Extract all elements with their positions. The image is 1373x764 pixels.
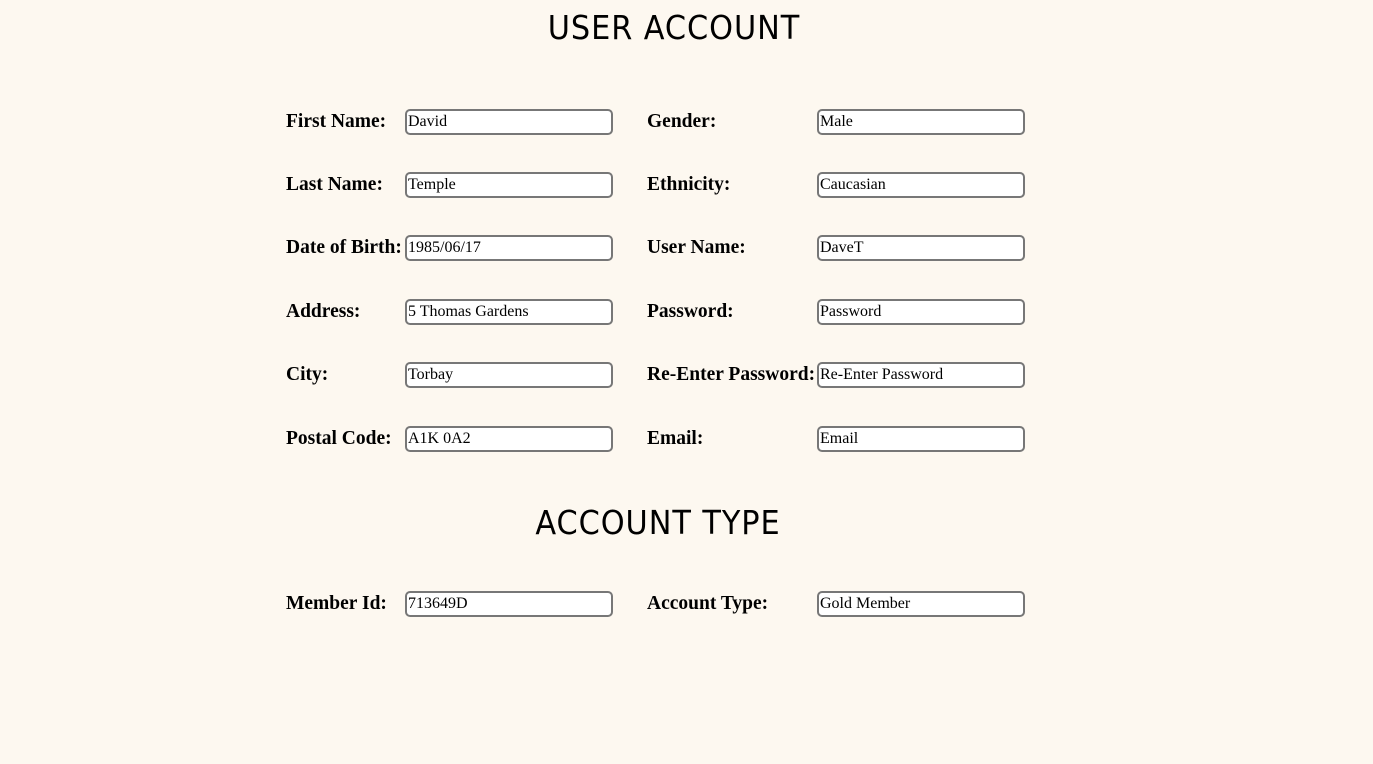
account-type-title: ACCOUNT TYPE [535, 503, 781, 542]
gender-field[interactable]: Male [817, 109, 1025, 135]
city-label: City: [286, 364, 329, 385]
first-name-field[interactable]: David [405, 109, 613, 135]
address-label: Address: [286, 301, 361, 322]
date-of-birth-label: Date of Birth: [286, 237, 402, 258]
city-field[interactable]: Torbay [405, 362, 613, 388]
member-id-field[interactable]: 713649D [405, 591, 613, 617]
account-type-field[interactable]: Gold Member [817, 591, 1025, 617]
password-label: Password: [647, 301, 734, 322]
ethnicity-label: Ethnicity: [647, 174, 731, 195]
email-field[interactable]: Email [817, 426, 1025, 452]
address-field[interactable]: 5 Thomas Gardens [405, 299, 613, 325]
postal-code-label: Postal Code: [286, 428, 392, 449]
gender-label: Gender: [647, 111, 717, 132]
password-field[interactable]: Password [817, 299, 1025, 325]
account-type-label: Account Type: [647, 593, 769, 614]
first-name-label: First Name: [286, 111, 387, 132]
re-enter-password-field[interactable]: Re-Enter Password [817, 362, 1025, 388]
date-of-birth-field[interactable]: 1985/06/17 [405, 235, 613, 261]
re-enter-password-label: Re-Enter Password: [647, 364, 816, 385]
user-account-title: USER ACCOUNT [547, 8, 801, 47]
user-name-label: User Name: [647, 237, 746, 258]
ethnicity-field[interactable]: Caucasian [817, 172, 1025, 198]
postal-code-field[interactable]: A1K 0A2 [405, 426, 613, 452]
last-name-field[interactable]: Temple [405, 172, 613, 198]
email-label: Email: [647, 428, 704, 449]
member-id-label: Member Id: [286, 593, 387, 614]
user-name-field[interactable]: DaveT [817, 235, 1025, 261]
last-name-label: Last Name: [286, 174, 383, 195]
